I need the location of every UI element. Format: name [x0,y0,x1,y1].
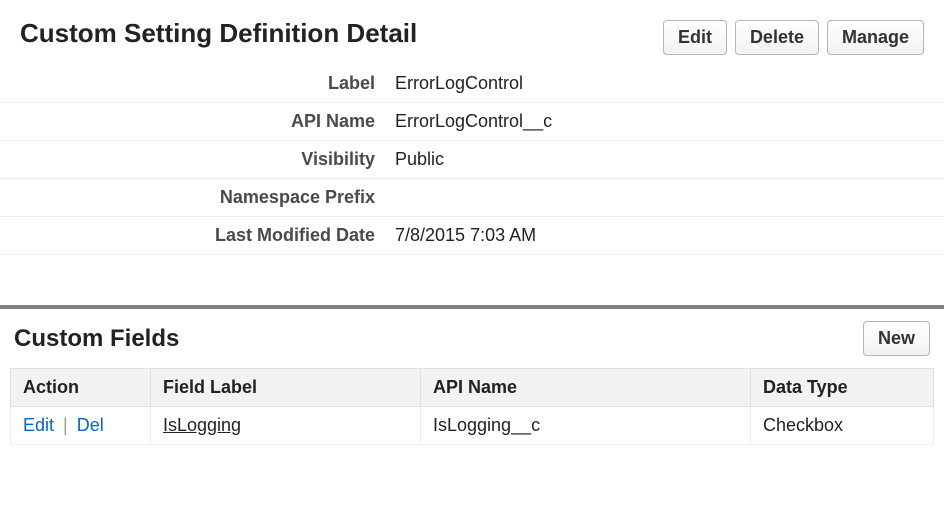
column-data-type: Data Type [751,369,934,407]
custom-fields-table-wrap: Action Field Label API Name Data Type Ed… [0,368,944,455]
detail-label: API Name [0,103,385,141]
detail-table: Label ErrorLogControl API Name ErrorLogC… [0,65,944,255]
column-action: Action [11,369,151,407]
field-label-cell: IsLogging [151,407,421,445]
custom-fields-header: Custom Fields New [0,309,944,368]
detail-row: API Name ErrorLogControl__c [0,103,944,141]
page-title: Custom Setting Definition Detail [20,18,417,49]
detail-row: Label ErrorLogControl [0,65,944,103]
action-cell: Edit | Del [11,407,151,445]
column-field-label: Field Label [151,369,421,407]
header-button-row: Edit Delete Manage [663,20,924,55]
api-name-cell: IsLogging__c [421,407,751,445]
detail-header: Custom Setting Definition Detail Edit De… [0,0,944,65]
detail-label: Namespace Prefix [0,179,385,217]
table-row: Edit | Del IsLogging IsLogging__c Checkb… [11,407,934,445]
detail-label: Label [0,65,385,103]
detail-row: Last Modified Date 7/8/2015 7:03 AM [0,217,944,255]
manage-button[interactable]: Manage [827,20,924,55]
detail-row: Namespace Prefix [0,179,944,217]
detail-label: Visibility [0,141,385,179]
new-button[interactable]: New [863,321,930,356]
detail-value: Public [385,141,944,179]
detail-value [385,179,944,217]
column-api-name: API Name [421,369,751,407]
field-label-link[interactable]: IsLogging [163,415,241,435]
detail-value: ErrorLogControl__c [385,103,944,141]
row-edit-link[interactable]: Edit [23,415,54,435]
detail-value: 7/8/2015 7:03 AM [385,217,944,255]
detail-label: Last Modified Date [0,217,385,255]
custom-fields-title: Custom Fields [14,325,179,353]
detail-value: ErrorLogControl [385,65,944,103]
table-header-row: Action Field Label API Name Data Type [11,369,934,407]
custom-fields-table: Action Field Label API Name Data Type Ed… [10,368,934,445]
row-del-link[interactable]: Del [77,415,104,435]
detail-row: Visibility Public [0,141,944,179]
action-separator: | [59,415,72,435]
data-type-cell: Checkbox [751,407,934,445]
delete-button[interactable]: Delete [735,20,819,55]
edit-button[interactable]: Edit [663,20,727,55]
